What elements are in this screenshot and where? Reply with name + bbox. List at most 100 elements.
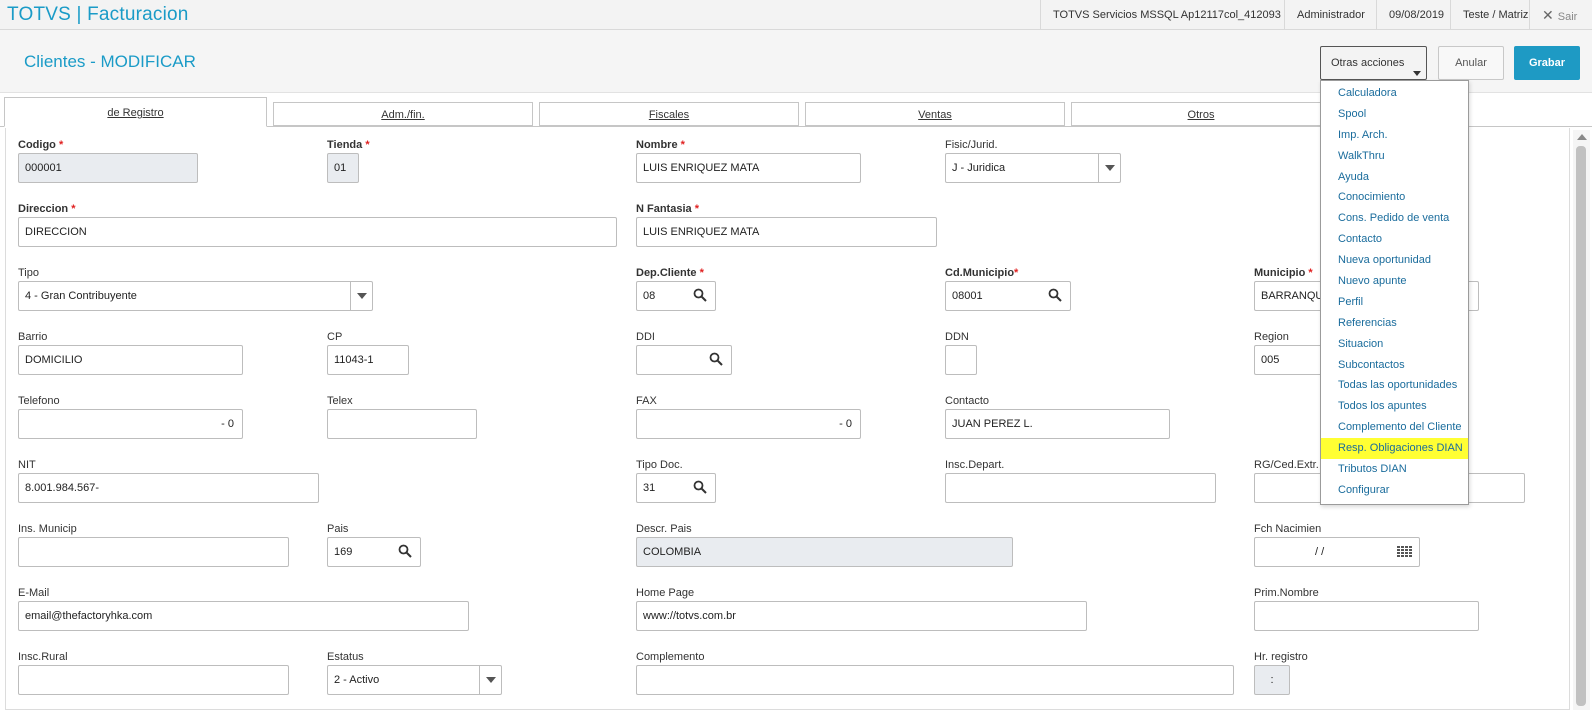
- nombre-label: Nombre *: [636, 139, 685, 151]
- menu-item[interactable]: Subcontactos: [1321, 355, 1468, 376]
- descr-pais-field[interactable]: COLOMBIA: [636, 537, 1013, 567]
- ddn-field[interactable]: [945, 345, 977, 375]
- menu-item[interactable]: Situacion: [1321, 334, 1468, 355]
- ddi-label: DDI: [636, 331, 655, 343]
- scrollbar-thumb[interactable]: [1576, 146, 1586, 706]
- municipio-label: Municipio *: [1254, 267, 1313, 279]
- search-icon[interactable]: [709, 352, 723, 366]
- menu-item[interactable]: WalkThru: [1321, 146, 1468, 167]
- pais-field[interactable]: 169: [327, 537, 421, 567]
- ddi-field[interactable]: [636, 345, 732, 375]
- home-page-field[interactable]: www://totvs.com.br: [636, 601, 1087, 631]
- exit-label: Sair: [1557, 11, 1578, 23]
- fax-field[interactable]: - 0: [636, 409, 861, 439]
- menu-item[interactable]: Resp. Obligaciones DIAN: [1321, 438, 1468, 460]
- hr-registro-field[interactable]: :: [1254, 665, 1290, 695]
- other-actions-button[interactable]: Otras acciones: [1320, 46, 1427, 80]
- search-icon[interactable]: [693, 288, 707, 302]
- tab-registro[interactable]: de Registro: [4, 97, 267, 127]
- menu-item[interactable]: Imp. Arch.: [1321, 125, 1468, 146]
- other-actions-label: Otras acciones: [1331, 57, 1405, 69]
- date-info[interactable]: 09/08/2019: [1376, 0, 1456, 30]
- menu-item[interactable]: Todas las oportunidades: [1321, 375, 1468, 396]
- tienda-label: Tienda *: [327, 139, 370, 151]
- codigo-field[interactable]: 000001: [18, 153, 198, 183]
- hr-registro-label: Hr. registro: [1254, 651, 1308, 663]
- codigo-label: Codigo *: [18, 139, 64, 151]
- nit-field[interactable]: 8.001.984.567-: [18, 473, 319, 503]
- chevron-up-icon[interactable]: [1577, 134, 1587, 140]
- nombre-field[interactable]: LUIS ENRIQUEZ MATA: [636, 153, 861, 183]
- menu-item[interactable]: Referencias: [1321, 313, 1468, 334]
- tienda-field[interactable]: 01: [327, 153, 359, 183]
- email-field[interactable]: email@thefactoryhka.com: [18, 601, 469, 631]
- fch-nacimien-field[interactable]: / /: [1254, 537, 1420, 567]
- pais-label: Pais: [327, 523, 349, 535]
- menu-item[interactable]: Calculadora: [1321, 83, 1468, 104]
- chevron-down-icon[interactable]: [1098, 154, 1120, 182]
- vertical-scrollbar[interactable]: [1573, 130, 1590, 710]
- search-icon[interactable]: [398, 544, 412, 558]
- ins-municip-field[interactable]: [18, 537, 289, 567]
- home-page-label: Home Page: [636, 587, 695, 599]
- tipo-value: 4 - Gran Contribuyente: [25, 290, 137, 302]
- insc-rural-field[interactable]: [18, 665, 289, 695]
- barrio-label: Barrio: [18, 331, 48, 343]
- calendar-icon[interactable]: [1397, 546, 1413, 558]
- menu-item[interactable]: Ayuda: [1321, 167, 1468, 188]
- menu-item[interactable]: Conocimiento: [1321, 187, 1468, 208]
- dep-cliente-field[interactable]: 08: [636, 281, 716, 311]
- menu-item[interactable]: Nueva oportunidad: [1321, 250, 1468, 271]
- menu-item[interactable]: Spool: [1321, 104, 1468, 125]
- contacto-field[interactable]: JUAN PEREZ L.: [945, 409, 1170, 439]
- tab-otros[interactable]: Otros: [1071, 102, 1331, 126]
- menu-item[interactable]: Todos los apuntes: [1321, 396, 1468, 417]
- prim-nombre-field[interactable]: [1254, 601, 1479, 631]
- fisic-jurid-select[interactable]: J - Juridica: [945, 153, 1121, 183]
- tipo-select[interactable]: 4 - Gran Contribuyente: [18, 281, 373, 311]
- insc-rural-label: Insc.Rural: [18, 651, 68, 663]
- telex-label: Telex: [327, 395, 353, 407]
- search-icon[interactable]: [693, 480, 707, 494]
- menu-item[interactable]: Tributos DIAN: [1321, 459, 1468, 480]
- tab-ventas[interactable]: Ventas: [805, 102, 1065, 126]
- menu-item[interactable]: Configurar: [1321, 480, 1468, 501]
- search-icon[interactable]: [1048, 288, 1062, 302]
- estatus-select[interactable]: 2 - Activo: [327, 665, 502, 695]
- menu-item[interactable]: Complemento del Cliente: [1321, 417, 1468, 438]
- save-button[interactable]: Grabar: [1514, 46, 1580, 80]
- dep-cliente-label: Dep.Cliente *: [636, 267, 704, 279]
- environment-info: TOTVS Servicios MSSQL Ap12117col_412093: [1040, 0, 1293, 30]
- tab-adm-fin[interactable]: Adm./fin.: [273, 102, 533, 126]
- chevron-down-icon[interactable]: [350, 282, 372, 310]
- nit-label: NIT: [18, 459, 36, 471]
- fantasia-field[interactable]: LUIS ENRIQUEZ MATA: [636, 217, 937, 247]
- cp-field[interactable]: 11043-1: [327, 345, 409, 375]
- tipo-doc-field[interactable]: 31: [636, 473, 716, 503]
- barrio-field[interactable]: DOMICILIO: [18, 345, 243, 375]
- cd-municipio-field[interactable]: 08001: [945, 281, 1071, 311]
- cancel-button[interactable]: Anular: [1438, 46, 1504, 80]
- rg-ced-label: RG/Ced.Extr.: [1254, 459, 1319, 471]
- cp-label: CP: [327, 331, 343, 343]
- complemento-label: Complemento: [636, 651, 705, 663]
- menu-item[interactable]: Cons. Pedido de venta: [1321, 208, 1468, 229]
- complemento-field[interactable]: [636, 665, 1234, 695]
- insc-depart-field[interactable]: [945, 473, 1216, 503]
- direccion-field[interactable]: DIRECCION: [18, 217, 617, 247]
- menu-item[interactable]: Nuevo apunte: [1321, 271, 1468, 292]
- branch-info[interactable]: Teste / Matriz: [1450, 0, 1540, 30]
- telefono-field[interactable]: - 0: [18, 409, 243, 439]
- telex-field[interactable]: [327, 409, 477, 439]
- chevron-down-icon[interactable]: [479, 666, 501, 694]
- estatus-label: Estatus: [327, 651, 364, 663]
- menu-item[interactable]: Perfil: [1321, 292, 1468, 313]
- exit-button[interactable]: ✕ Sair: [1529, 0, 1592, 30]
- user-info[interactable]: Administrador: [1284, 0, 1377, 30]
- tab-fiscales[interactable]: Fiscales: [539, 102, 799, 126]
- insc-depart-label: Insc.Depart.: [945, 459, 1005, 471]
- telefono-label: Telefono: [18, 395, 60, 407]
- menu-item[interactable]: Contacto: [1321, 229, 1468, 250]
- ins-municip-label: Ins. Municip: [18, 523, 77, 535]
- fisic-jurid-label: Fisic/Jurid.: [945, 139, 998, 151]
